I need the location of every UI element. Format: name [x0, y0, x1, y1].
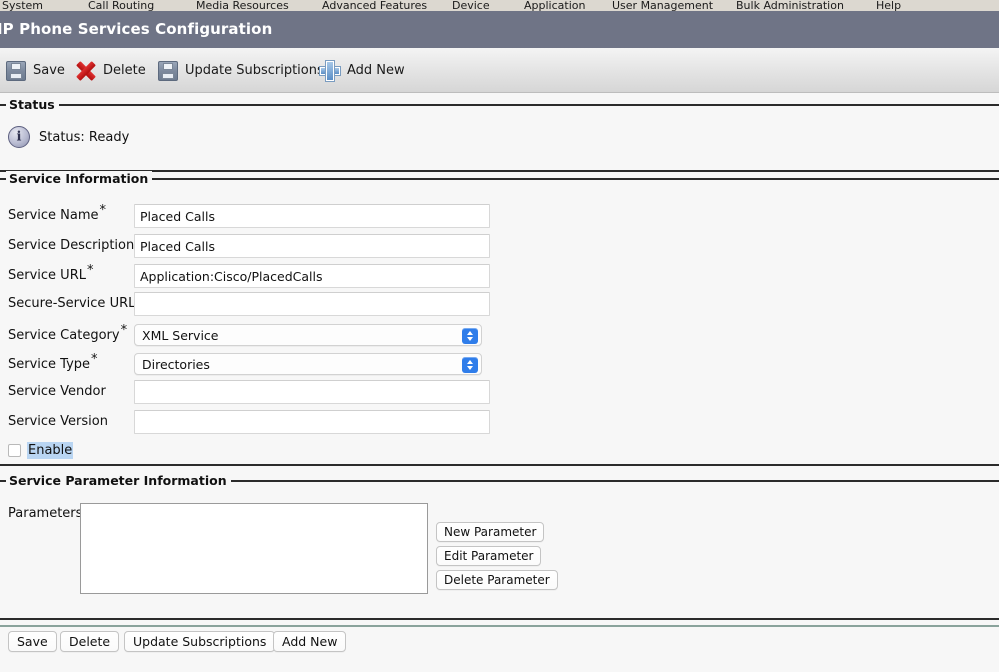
- footer-update-subscriptions-button[interactable]: Update Subscriptions: [124, 631, 276, 652]
- field-row-service-name: Service Name*: [0, 204, 520, 232]
- delete-parameter-button[interactable]: Delete Parameter: [436, 570, 558, 590]
- required-asterisk-icon: *: [99, 202, 107, 218]
- menu-item-application[interactable]: Application: [524, 0, 585, 11]
- menu-item-system[interactable]: System: [2, 0, 43, 11]
- toolbar-button-label: Update Subscriptions: [185, 63, 324, 78]
- service-parameter-information-legend: Service Parameter Information: [6, 473, 231, 488]
- field-label-service-type: Service Type*: [8, 351, 98, 372]
- menu-item-media-resources[interactable]: Media Resources: [196, 0, 289, 11]
- service-type-select[interactable]: Directories: [134, 353, 482, 375]
- toolbar-update-subscriptions-button[interactable]: Update Subscriptions: [158, 57, 324, 84]
- up-down-chevron-icon[interactable]: [462, 328, 478, 344]
- toolbar-button-label: Add New: [347, 63, 405, 78]
- footer-divider: [0, 625, 999, 627]
- footer-delete-button[interactable]: Delete: [60, 631, 120, 652]
- edit-parameter-button[interactable]: Edit Parameter: [436, 546, 542, 566]
- toolbar-add-new-button[interactable]: Add New: [320, 57, 405, 84]
- page-title-bar: IP Phone Services Configuration: [0, 11, 999, 48]
- field-row-service-category: Service Category* XML Service: [0, 324, 520, 352]
- field-label-service-description: Service Description: [8, 238, 135, 253]
- enable-row: Enable: [8, 442, 74, 459]
- enable-label: Enable: [27, 442, 74, 459]
- field-row-service-url: Service URL*: [0, 264, 520, 292]
- enable-checkbox[interactable]: [8, 444, 21, 457]
- floppy-disk-icon: [158, 60, 178, 81]
- footer-save-button[interactable]: Save: [8, 631, 57, 652]
- toolbar-button-label: Save: [33, 63, 65, 78]
- menu-item-call-routing[interactable]: Call Routing: [88, 0, 154, 11]
- field-row-service-vendor: Service Vendor: [0, 380, 520, 408]
- service-parameter-information-section: Service Parameter Information Parameters…: [0, 473, 999, 620]
- field-row-secure-service-url: Secure-Service URL: [0, 292, 520, 320]
- required-asterisk-icon: *: [86, 262, 94, 278]
- service-name-input[interactable]: [134, 204, 490, 228]
- required-asterisk-icon: *: [120, 322, 128, 338]
- footer-add-new-button[interactable]: Add New: [273, 631, 347, 652]
- field-label-service-name: Service Name*: [8, 202, 107, 223]
- field-label-service-version: Service Version: [8, 414, 108, 429]
- service-version-input[interactable]: [134, 410, 490, 434]
- field-label-service-url: Service URL*: [8, 262, 94, 283]
- page-title: IP Phone Services Configuration: [0, 20, 273, 38]
- field-label-secure-service-url: Secure-Service URL: [8, 296, 136, 311]
- status-text: Status: Ready: [39, 129, 130, 145]
- secure-service-url-input[interactable]: [134, 292, 490, 316]
- status-legend: Status: [6, 97, 59, 112]
- toolbar-delete-button[interactable]: Delete: [76, 57, 146, 84]
- toolbar-save-button[interactable]: Save: [6, 57, 65, 84]
- required-asterisk-icon: *: [91, 351, 98, 367]
- menu-item-bulk-administration[interactable]: Bulk Administration: [736, 0, 844, 11]
- menu-item-advanced-features[interactable]: Advanced Features: [322, 0, 427, 11]
- ip-phone-services-configuration-page: System Call Routing Media Resources Advance…: [0, 0, 999, 672]
- red-x-icon: [76, 60, 96, 81]
- parameters-list[interactable]: [80, 503, 428, 594]
- menu-item-device[interactable]: Device: [452, 0, 490, 11]
- status-section: Status Status: Ready: [0, 97, 999, 172]
- blue-plus-icon: [320, 60, 340, 81]
- service-url-input[interactable]: [134, 264, 490, 288]
- service-category-select-box[interactable]: XML Service: [134, 324, 482, 346]
- service-information-legend: Service Information: [6, 171, 153, 186]
- new-parameter-button[interactable]: New Parameter: [436, 522, 545, 542]
- field-row-service-type: Service Type* Directories: [0, 353, 520, 381]
- service-category-select[interactable]: XML Service: [134, 324, 482, 346]
- service-description-input[interactable]: [134, 234, 490, 258]
- menu-item-help[interactable]: Help: [876, 0, 901, 11]
- field-label-service-vendor: Service Vendor: [8, 384, 106, 399]
- toolbar-button-label: Delete: [103, 63, 146, 78]
- up-down-chevron-icon[interactable]: [462, 357, 478, 373]
- info-icon: [8, 126, 30, 148]
- service-type-selected-value: Directories: [142, 357, 210, 372]
- service-category-selected-value: XML Service: [142, 328, 219, 343]
- floppy-disk-icon: [6, 60, 26, 81]
- service-vendor-input[interactable]: [134, 380, 490, 404]
- service-information-section: Service Information Service Name* Service…: [0, 171, 999, 466]
- field-row-service-version: Service Version: [0, 410, 520, 438]
- menu-item-user-management[interactable]: User Management: [612, 0, 713, 11]
- service-type-select-box[interactable]: Directories: [134, 353, 482, 375]
- field-label-service-category: Service Category*: [8, 322, 128, 343]
- parameters-label: Parameters: [8, 506, 83, 521]
- status-row: Status: Ready: [8, 126, 129, 148]
- action-toolbar: Save Delete Update Subscriptions Add New: [0, 48, 999, 93]
- footer-button-bar: Save Delete Update Subscriptions Add New: [0, 629, 999, 672]
- field-row-service-description: Service Description: [0, 234, 520, 262]
